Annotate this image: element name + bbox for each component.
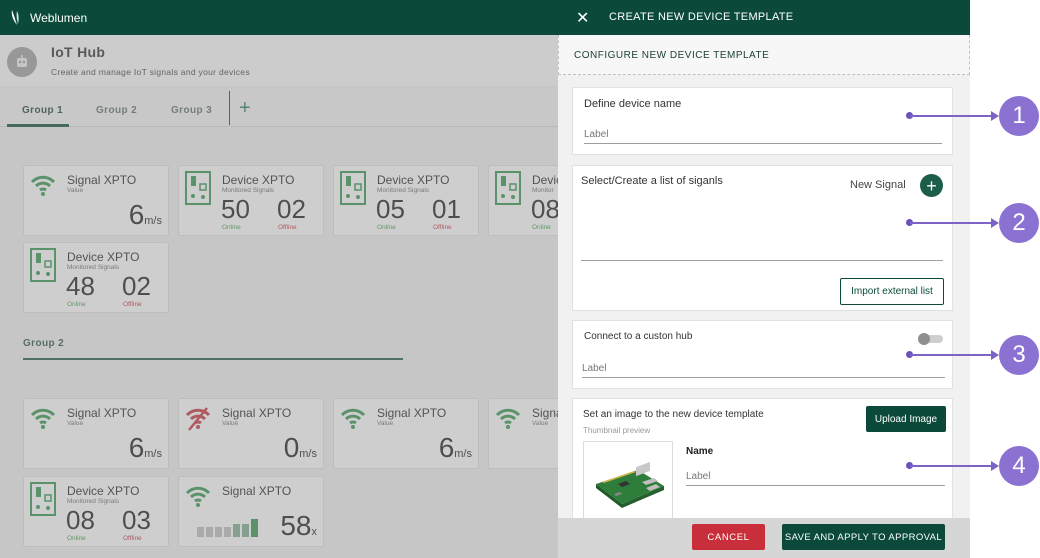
brand-name: Weblumen (30, 10, 88, 25)
thumbnail-preview[interactable] (583, 441, 673, 521)
drawer-title: CREATE NEW DEVICE TEMPLATE (609, 11, 794, 23)
custom-hub-toggle[interactable] (918, 333, 944, 345)
weblumen-logo-icon (11, 10, 19, 25)
callout-number: 4 (999, 446, 1039, 486)
callout-number: 3 (999, 335, 1039, 375)
drawer-header: ✕ CREATE NEW DEVICE TEMPLATE (558, 0, 970, 35)
drawer-footer: CANCEL SAVE AND APPLY TO APPROVAL (558, 518, 970, 558)
section-title: Select/Create a list of siganls (581, 175, 723, 187)
input-placeholder: Label (584, 129, 609, 140)
modal-backdrop[interactable] (0, 35, 558, 558)
iot-hub-app: Weblumen IoT Hub Create and manage IoT s… (0, 0, 558, 558)
top-bar: Weblumen (0, 0, 558, 35)
device-name-input[interactable]: Label (584, 127, 942, 144)
section-title: Define device name (584, 98, 682, 110)
drawer-subtitle: CONFIGURE NEW DEVICE TEMPLATE (574, 50, 770, 61)
callout-number: 2 (999, 203, 1039, 243)
input-placeholder: Label (686, 471, 711, 482)
thumbnail-caption: Thumbnail preview (583, 426, 651, 435)
callout-arrow-icon (991, 350, 999, 360)
callout-line (910, 222, 994, 224)
input-placeholder: Label (582, 363, 607, 374)
add-signal-icon[interactable]: + (920, 174, 943, 197)
create-template-drawer: ✕ CREATE NEW DEVICE TEMPLATE CONFIGURE N… (558, 0, 970, 558)
custom-hub-section: Connect to a custon hub Label (572, 320, 953, 389)
save-and-apply-button[interactable]: SAVE AND APPLY TO APPROVAL (782, 524, 945, 550)
image-section: Set an image to the new device template … (572, 398, 953, 528)
raspberry-pi-board-image (596, 461, 664, 508)
toggle-knob (918, 333, 930, 345)
callout-arrow-icon (991, 218, 999, 228)
brand[interactable]: Weblumen (10, 9, 87, 26)
callout-line (910, 465, 994, 467)
callout-number: 1 (999, 96, 1039, 136)
import-external-list-button[interactable]: Import external list (840, 278, 944, 305)
device-name-section: Define device name Label (572, 87, 953, 155)
hub-label-input[interactable]: Label (582, 361, 945, 378)
template-name-input[interactable]: Label (686, 469, 945, 486)
new-signal-label[interactable]: New Signal (850, 179, 906, 191)
section-title: Set an image to the new device template (583, 409, 764, 420)
callout-arrow-icon (991, 111, 999, 121)
upload-image-button[interactable]: Upload Image (866, 406, 946, 432)
section-title: Connect to a custon hub (584, 331, 693, 342)
callout-line (910, 115, 994, 117)
drawer-subheader: CONFIGURE NEW DEVICE TEMPLATE (558, 35, 970, 75)
callout-arrow-icon (991, 461, 999, 471)
signals-list-input[interactable] (581, 244, 943, 261)
callout-line (910, 354, 994, 356)
close-icon[interactable]: ✕ (576, 8, 589, 28)
cancel-button[interactable]: CANCEL (692, 524, 765, 550)
name-label: Name (686, 446, 714, 457)
signals-section: Select/Create a list of siganls New Sign… (572, 165, 953, 311)
